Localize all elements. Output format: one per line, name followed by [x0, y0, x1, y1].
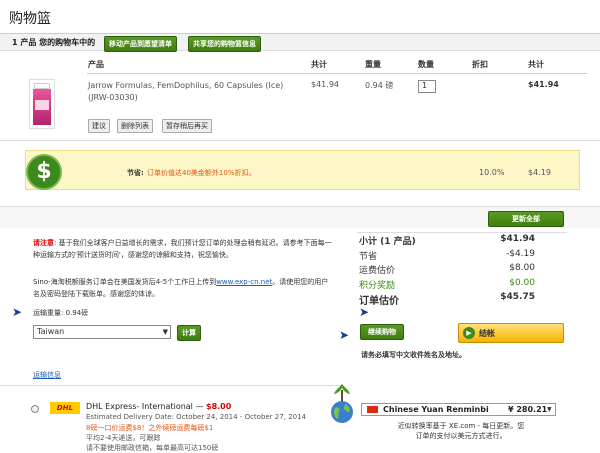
delivery-average: 平均2-4天递送，可跟踪: [86, 434, 161, 442]
continue-shopping-button[interactable]: 继续购物: [360, 324, 404, 340]
product-name[interactable]: Jarrow Formulas, FemDophilus, 60 Capsule…: [88, 80, 303, 104]
globe-icon: [329, 382, 355, 424]
sino-text-a: Sino-海淘税额服务订单会在美国发货后4-5个工作日上传到: [33, 278, 217, 286]
promo-amount: $4.19: [528, 168, 551, 177]
header-weight: 重量: [365, 60, 381, 69]
divider: [0, 140, 600, 141]
product-price: $41.94: [311, 80, 339, 89]
arrow-right-icon: ➤: [359, 305, 370, 319]
country-select[interactable]: Taiwan ▼: [33, 325, 171, 339]
checkout-note: 请务必填写中文收件姓名及地址。: [361, 351, 466, 359]
product-image[interactable]: [29, 79, 55, 129]
product-weight: 0.94 磅: [365, 81, 394, 90]
header-product: 产品: [88, 60, 104, 69]
product-line-total: $41.94: [528, 80, 559, 89]
checkout-button[interactable]: ▶ 结帐: [458, 323, 564, 343]
subtotal-value: $41.94: [500, 234, 535, 244]
shipping-option-price: $8.00: [206, 402, 232, 411]
promo-percent: 10.0%: [479, 168, 505, 177]
shipping-estimate-value: $8.00: [509, 263, 535, 273]
notice-text: : 基于我们全球客户日益增长的需求，我们预计您订单的处理会稍有延迟。请参考下面每…: [33, 239, 332, 259]
checkout-label: 结帐: [479, 329, 495, 338]
shipping-option-radio[interactable]: [31, 405, 39, 413]
arrow-right-icon: ➤: [339, 328, 350, 342]
share-cart-button[interactable]: 共享您的购物篮信息: [188, 36, 261, 52]
rewards-value: $0.00: [509, 278, 535, 288]
chevron-down-icon[interactable]: ▼: [547, 406, 552, 413]
header-discount: 折扣: [472, 60, 488, 69]
country-value: Taiwan: [37, 327, 65, 336]
shipping-weight: 运输重量: 0.94磅: [33, 309, 89, 317]
shipping-info-link[interactable]: 运输信息: [33, 370, 61, 380]
savings-value: -$4.19: [505, 249, 535, 259]
divider: [0, 385, 340, 386]
cart-count: 1 产品 您的购物车中的: [12, 38, 96, 47]
page-title: 购物篮: [9, 11, 51, 27]
divider: [0, 206, 600, 207]
currency-name: Chinese Yuan Renminbi: [383, 405, 489, 414]
summary-divider: [357, 232, 567, 233]
suggest-button[interactable]: 建议: [88, 119, 110, 133]
dollar-icon: $: [26, 154, 62, 190]
calculate-button[interactable]: 计算: [177, 325, 201, 341]
delete-button[interactable]: 删除列表: [117, 119, 153, 133]
delivery-estimate: Estimated Delivery Date: October 24, 201…: [86, 413, 306, 421]
currency-note: 近似转换率基于 XE.com - 每日更新。您订单的支付以美元方式进行。: [397, 422, 525, 440]
save-for-later-button[interactable]: 暂存稍后再买: [162, 119, 212, 133]
chevron-down-icon: ▼: [162, 328, 168, 336]
move-to-wishlist-button[interactable]: 移动产品到愿望清单: [104, 36, 177, 52]
china-flag-icon: [367, 406, 378, 413]
header-line-total: 共计: [528, 60, 544, 69]
promo-text: 订单价值达40美金额外10%折扣。: [147, 169, 256, 177]
notice-prefix: 请注意: [33, 239, 54, 247]
shipping-option-name: DHL Express- International —: [86, 402, 204, 411]
order-total-value: $45.75: [500, 292, 535, 302]
header-qty: 数量: [418, 60, 434, 69]
update-all-button[interactable]: 更新全部: [488, 211, 564, 227]
shipping-promo: 8磅一口价运费$8！之外续磅运费每磅$1: [86, 424, 214, 432]
shipping-option-label: DHL Express- International — $8.00: [86, 402, 231, 411]
promo-label: 节省:: [127, 169, 144, 177]
play-icon: ▶: [463, 327, 475, 339]
currency-amount: ¥ 280.21: [508, 405, 548, 414]
shipping-notice: 请注意: 基于我们全球客户日益增长的需求，我们预计您订单的处理会稍有延迟。请参考…: [33, 237, 333, 261]
header-total: 共计: [311, 60, 327, 69]
header-divider: [87, 73, 587, 74]
sino-notice: Sino-海淘税额服务订单会在美国发货后4-5个工作日上传到www.exp-cn…: [33, 276, 333, 300]
dhl-logo: DHL: [50, 402, 80, 414]
po-box-note: 请不要使用邮政信箱，每单最高可达150磅: [86, 444, 219, 452]
exp-cn-link[interactable]: www.exp-cn.net: [216, 278, 272, 286]
quantity-input[interactable]: 1: [418, 80, 436, 93]
arrow-right-icon: ➤: [12, 305, 23, 319]
